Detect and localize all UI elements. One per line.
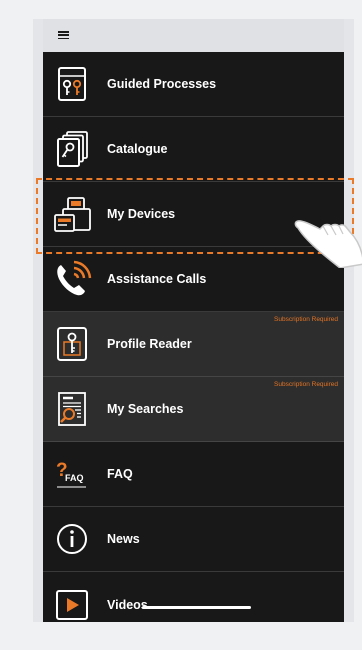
menu-item-guided-processes[interactable]: Guided Processes	[43, 52, 344, 117]
catalogue-icon	[52, 129, 92, 169]
menu-item-label: Assistance Calls	[107, 272, 207, 286]
menu-item-catalogue[interactable]: Catalogue	[43, 117, 344, 182]
home-indicator[interactable]	[142, 606, 251, 609]
menu-item-videos[interactable]: Videos	[43, 572, 344, 622]
hamburger-menu-icon[interactable]	[58, 31, 69, 39]
subscription-required-note: Subscription Required	[274, 316, 338, 323]
menu-item-label: News	[107, 532, 140, 546]
top-bar	[43, 19, 344, 52]
menu-item-label: Profile Reader	[107, 337, 192, 351]
menu-item-faq[interactable]: ? FAQ FAQ	[43, 442, 344, 507]
menu-item-label: FAQ	[107, 467, 133, 481]
menu-item-profile-reader[interactable]: Subscription Required Profile Reader	[43, 312, 344, 377]
search-document-icon	[52, 389, 92, 429]
menu-item-label: Videos	[107, 597, 148, 612]
hand-pointer-icon	[290, 208, 362, 269]
menu-item-label: Guided Processes	[107, 77, 217, 91]
info-icon	[52, 519, 92, 559]
subscription-required-note: Subscription Required	[274, 381, 338, 388]
faq-icon-text: FAQ	[65, 473, 84, 483]
guided-processes-icon	[52, 64, 92, 104]
navigation-menu: Guided Processes Catalogue My Devices As…	[43, 52, 344, 622]
menu-item-label: Catalogue	[107, 142, 168, 156]
phone-screen: Guided Processes Catalogue My Devices As…	[33, 19, 354, 622]
phone-icon	[52, 259, 92, 299]
menu-item-news[interactable]: News	[43, 507, 344, 572]
menu-item-label: My Searches	[107, 402, 184, 416]
key-profile-icon	[52, 324, 92, 364]
faq-icon: ? FAQ	[52, 454, 92, 494]
menu-item-my-searches[interactable]: Subscription Required My Searches	[43, 377, 344, 442]
play-icon	[52, 585, 92, 623]
